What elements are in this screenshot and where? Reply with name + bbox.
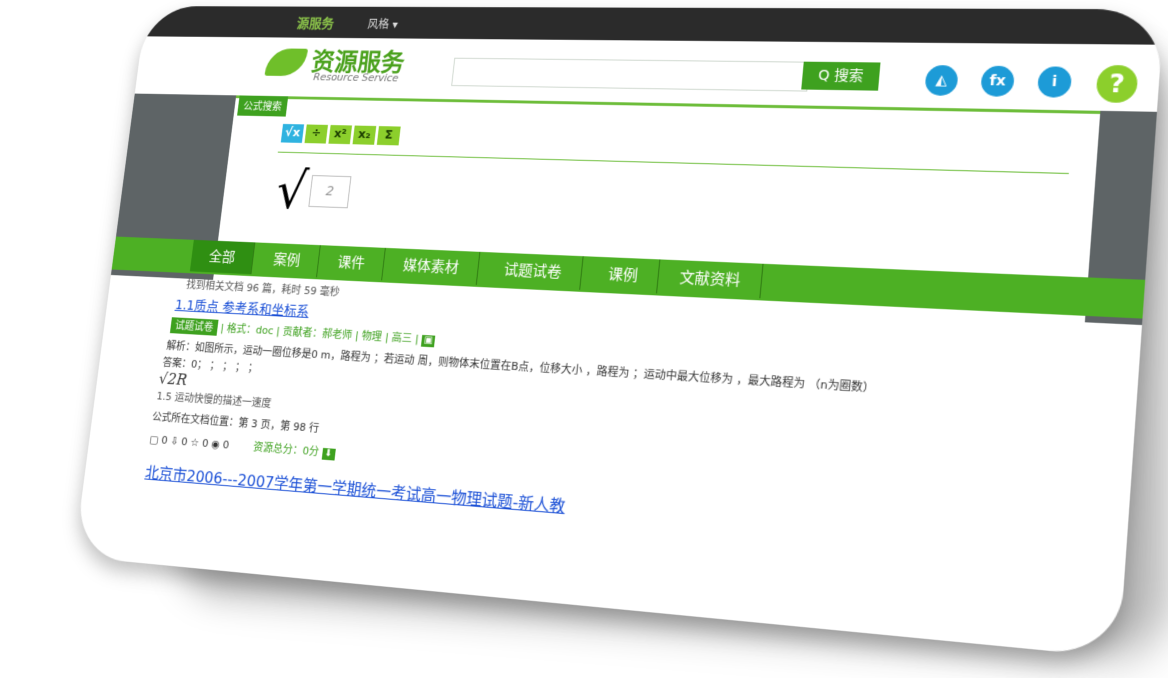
tab-cases[interactable]: 案例 <box>254 242 321 278</box>
subscript-tool-button[interactable]: x₂ <box>352 125 377 145</box>
tab-all[interactable]: 全部 <box>189 239 256 275</box>
superscript-tool-button[interactable]: x² <box>328 125 353 145</box>
result-title-link-2[interactable]: 北京市2006---2007学年第一学期统一考试高一物理试题-新人教 <box>144 463 566 516</box>
screenshot-card: 源服务 风格 ▾ 资源服务 Resource Service Q 搜索 ◭ fx… <box>73 6 1165 658</box>
divide-tool-button[interactable]: ÷ <box>304 124 328 144</box>
formula-search-tag[interactable]: 公式搜索 <box>237 95 289 117</box>
tab-courseware[interactable]: 课件 <box>317 245 386 281</box>
tab-media[interactable]: 媒体素材 <box>382 247 481 285</box>
contributor-label: 贡献者：郝老师 <box>282 325 353 342</box>
search-input[interactable] <box>451 57 810 92</box>
formula-toolbar: √x ÷ x² x₂ Σ <box>280 122 404 146</box>
result-analysis: 解析：如图所示，运动一圈位移是0 m，路程为 ；若运动 周，则物体末位置在B点，… <box>165 339 876 395</box>
logo-subtitle: Resource Service <box>312 70 400 85</box>
sqrt-tool-button[interactable]: √x <box>280 123 305 143</box>
top-bar: 源服务 风格 ▾ <box>142 6 1165 45</box>
tab-exams[interactable]: 试题试卷 <box>483 252 584 290</box>
formula-match: √2R <box>157 369 189 389</box>
leaf-logo-icon <box>264 48 309 77</box>
stats-counts: ▢ 0 ⇩ 0 ☆ 0 ◉ 0 <box>148 433 230 452</box>
result-note: 1.5 运动快慢的描述一速度 <box>155 389 272 411</box>
help-icon[interactable]: ? <box>1095 64 1139 104</box>
formula-position: 公式所在文档位置：第 3 页，第 98 行 <box>151 410 320 435</box>
grade-label: 高三 <box>391 331 413 346</box>
download-icon[interactable]: ⬇ <box>321 447 336 461</box>
resource-score: 资源总分：0分 <box>252 440 320 459</box>
formula-input-box[interactable]: 2 <box>308 175 352 209</box>
format-label: 格式：doc <box>226 322 275 338</box>
preview-icon[interactable]: ▣ <box>421 334 436 348</box>
style-menu[interactable]: 风格 ▾ <box>367 16 399 32</box>
result-title-link[interactable]: 1.1质点 参考系和坐标系 <box>174 298 310 320</box>
topbar-brand[interactable]: 源服务 <box>296 14 335 33</box>
search-button[interactable]: Q 搜索 <box>801 61 881 91</box>
info-icon[interactable]: i <box>1036 66 1073 98</box>
formula-icon[interactable]: fx <box>980 65 1016 97</box>
subject-label: 物理 <box>361 329 383 344</box>
type-badge[interactable]: 试题试卷 <box>169 317 219 336</box>
tab-lessons[interactable]: 课例 <box>586 256 661 294</box>
sum-tool-button[interactable]: Σ <box>376 126 401 146</box>
tab-literature[interactable]: 文献资料 <box>658 259 764 299</box>
triangle-ruler-icon[interactable]: ◭ <box>924 65 959 96</box>
result-stats: ▢ 0 ⇩ 0 ☆ 0 ◉ 0 资源总分：0分 ⬇ <box>148 431 336 461</box>
